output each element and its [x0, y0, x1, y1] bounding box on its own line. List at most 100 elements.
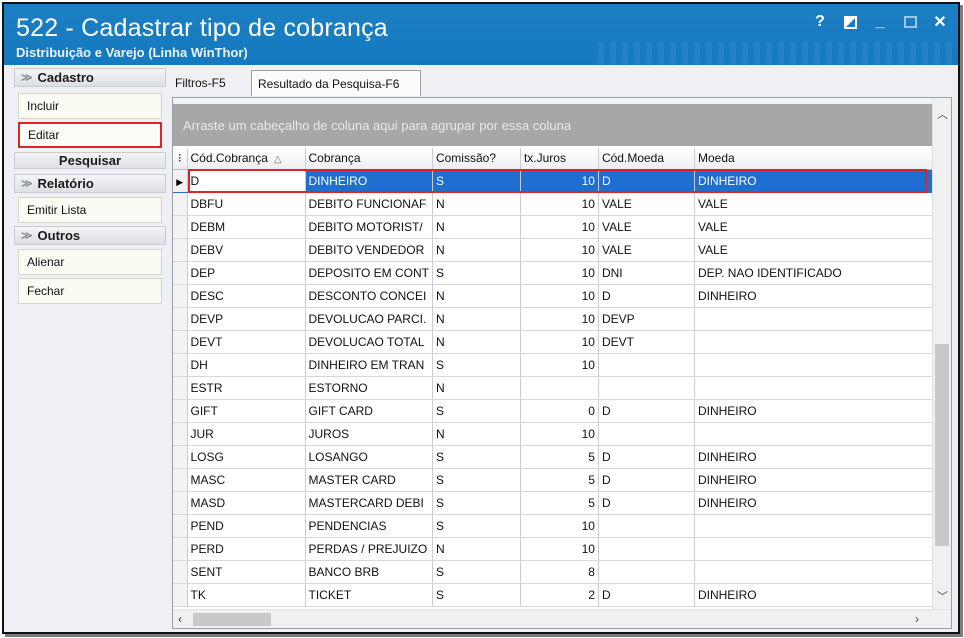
- alienar-button[interactable]: Alienar: [18, 249, 162, 275]
- table-cell[interactable]: 5: [520, 445, 599, 469]
- horizontal-scroll-thumb[interactable]: [193, 613, 271, 626]
- row-indicator[interactable]: ▶: [173, 169, 188, 193]
- table-cell[interactable]: N: [432, 284, 521, 308]
- table-cell[interactable]: 10: [520, 514, 599, 538]
- scroll-right-icon[interactable]: ›: [915, 612, 919, 626]
- restore-layout-button[interactable]: [840, 12, 860, 32]
- table-cell[interactable]: DEP. NAO IDENTIFICADO: [694, 261, 937, 285]
- table-cell[interactable]: 10: [520, 261, 599, 285]
- table-cell[interactable]: [598, 537, 695, 561]
- table-cell[interactable]: 10: [520, 284, 599, 308]
- row-indicator[interactable]: [173, 284, 188, 308]
- table-row[interactable]: PEND PENDENCIAS S 10: [173, 514, 937, 538]
- row-indicator[interactable]: [173, 353, 188, 377]
- table-cell[interactable]: MASTER CARD: [305, 468, 433, 492]
- table-cell[interactable]: S: [432, 560, 521, 584]
- horizontal-scrollbar[interactable]: ‹ ›: [173, 609, 951, 628]
- table-row[interactable]: ESTR ESTORNO N: [173, 376, 937, 400]
- table-row[interactable]: DEVT DEVOLUCAO TOTAL N 10 DEVT: [173, 330, 937, 354]
- table-cell[interactable]: DEBITO VENDEDOR: [305, 238, 433, 262]
- table-cell[interactable]: D: [598, 583, 695, 607]
- table-cell[interactable]: DINHEIRO EM TRAN: [305, 353, 433, 377]
- table-cell[interactable]: SENT: [187, 560, 306, 584]
- table-cell[interactable]: DEVOLUCAO PARCI.: [305, 307, 433, 331]
- table-cell[interactable]: DINHEIRO: [694, 445, 937, 469]
- table-cell[interactable]: DESCONTO CONCEI: [305, 284, 433, 308]
- close-button[interactable]: ✕: [930, 12, 950, 32]
- table-row[interactable]: MASD MASTERCARD DEBI S 5 D DINHEIRO: [173, 491, 937, 515]
- table-cell[interactable]: S: [432, 583, 521, 607]
- table-cell[interactable]: [694, 353, 937, 377]
- table-cell[interactable]: PEND: [187, 514, 306, 538]
- row-indicator[interactable]: [173, 422, 188, 446]
- table-cell[interactable]: TICKET: [305, 583, 433, 607]
- row-indicator[interactable]: [173, 215, 188, 239]
- table-cell[interactable]: [598, 353, 695, 377]
- table-cell[interactable]: VALE: [598, 215, 695, 239]
- table-cell[interactable]: S: [432, 468, 521, 492]
- table-cell[interactable]: S: [432, 514, 521, 538]
- row-indicator[interactable]: [173, 376, 188, 400]
- table-row[interactable]: DH DINHEIRO EM TRAN S 10: [173, 353, 937, 377]
- table-cell[interactable]: JUROS: [305, 422, 433, 446]
- table-cell[interactable]: N: [432, 376, 521, 400]
- table-row[interactable]: DEBV DEBITO VENDEDOR N 10 VALE VALE: [173, 238, 937, 262]
- incluir-button[interactable]: Incluir: [18, 93, 162, 119]
- table-cell[interactable]: DEBV: [187, 238, 306, 262]
- tab-resultado[interactable]: Resultado da Pesquisa-F6: [251, 70, 421, 96]
- table-cell[interactable]: PERD: [187, 537, 306, 561]
- table-cell[interactable]: [520, 376, 599, 400]
- row-indicator[interactable]: [173, 491, 188, 515]
- table-cell[interactable]: N: [432, 422, 521, 446]
- table-cell[interactable]: DEP: [187, 261, 306, 285]
- table-row[interactable]: SENT BANCO BRB S 8: [173, 560, 937, 584]
- table-cell[interactable]: [694, 537, 937, 561]
- column-header-cod-cobranca[interactable]: Cód.Cobrança △: [187, 148, 306, 170]
- table-cell[interactable]: DINHEIRO: [694, 399, 937, 423]
- row-indicator[interactable]: [173, 238, 188, 262]
- row-indicator[interactable]: [173, 514, 188, 538]
- table-cell[interactable]: [694, 422, 937, 446]
- scroll-down-icon[interactable]: ﹀: [937, 588, 948, 604]
- table-cell[interactable]: DINHEIRO: [694, 169, 937, 193]
- table-cell[interactable]: N: [432, 537, 521, 561]
- table-cell[interactable]: LOSANGO: [305, 445, 433, 469]
- table-cell[interactable]: 10: [520, 330, 599, 354]
- table-cell[interactable]: S: [432, 353, 521, 377]
- table-cell[interactable]: D: [598, 169, 695, 193]
- table-cell[interactable]: DINHEIRO: [694, 491, 937, 515]
- table-cell[interactable]: S: [432, 491, 521, 515]
- table-cell[interactable]: GIFT CARD: [305, 399, 433, 423]
- table-row[interactable]: GIFT GIFT CARD S 0 D DINHEIRO: [173, 399, 937, 423]
- table-cell[interactable]: VALE: [694, 192, 937, 216]
- table-cell[interactable]: D: [598, 399, 695, 423]
- table-cell[interactable]: 8: [520, 560, 599, 584]
- table-cell[interactable]: D: [598, 284, 695, 308]
- table-row[interactable]: DEBM DEBITO MOTORIST/N 10 VALE VALE: [173, 215, 937, 239]
- column-chooser-icon[interactable]: ⁝: [173, 148, 188, 170]
- table-cell[interactable]: 10: [520, 537, 599, 561]
- row-indicator[interactable]: [173, 537, 188, 561]
- table-cell[interactable]: DEVOLUCAO TOTAL: [305, 330, 433, 354]
- table-cell[interactable]: DH: [187, 353, 306, 377]
- table-cell[interactable]: DINHEIRO: [305, 169, 433, 193]
- table-cell[interactable]: DEVT: [598, 330, 695, 354]
- scroll-up-icon[interactable]: ︿: [937, 106, 948, 122]
- table-cell[interactable]: DNI: [598, 261, 695, 285]
- help-button[interactable]: ?: [810, 12, 830, 32]
- table-cell[interactable]: DBFU: [187, 192, 306, 216]
- table-cell[interactable]: PERDAS / PREJUIZO: [305, 537, 433, 561]
- table-cell[interactable]: DEVT: [187, 330, 306, 354]
- table-cell[interactable]: D: [187, 169, 306, 193]
- table-cell[interactable]: DINHEIRO: [694, 284, 937, 308]
- table-cell[interactable]: S: [432, 399, 521, 423]
- table-cell[interactable]: [598, 376, 695, 400]
- table-cell[interactable]: 10: [520, 238, 599, 262]
- table-cell[interactable]: DEVP: [598, 307, 695, 331]
- table-cell[interactable]: DEBITO MOTORIST/: [305, 215, 433, 239]
- table-row[interactable]: LOSG LOSANGO S 5 D DINHEIRO: [173, 445, 937, 469]
- table-cell[interactable]: DINHEIRO: [694, 583, 937, 607]
- table-cell[interactable]: DEPOSITO EM CONT: [305, 261, 433, 285]
- table-cell[interactable]: DEBM: [187, 215, 306, 239]
- table-cell[interactable]: PENDENCIAS: [305, 514, 433, 538]
